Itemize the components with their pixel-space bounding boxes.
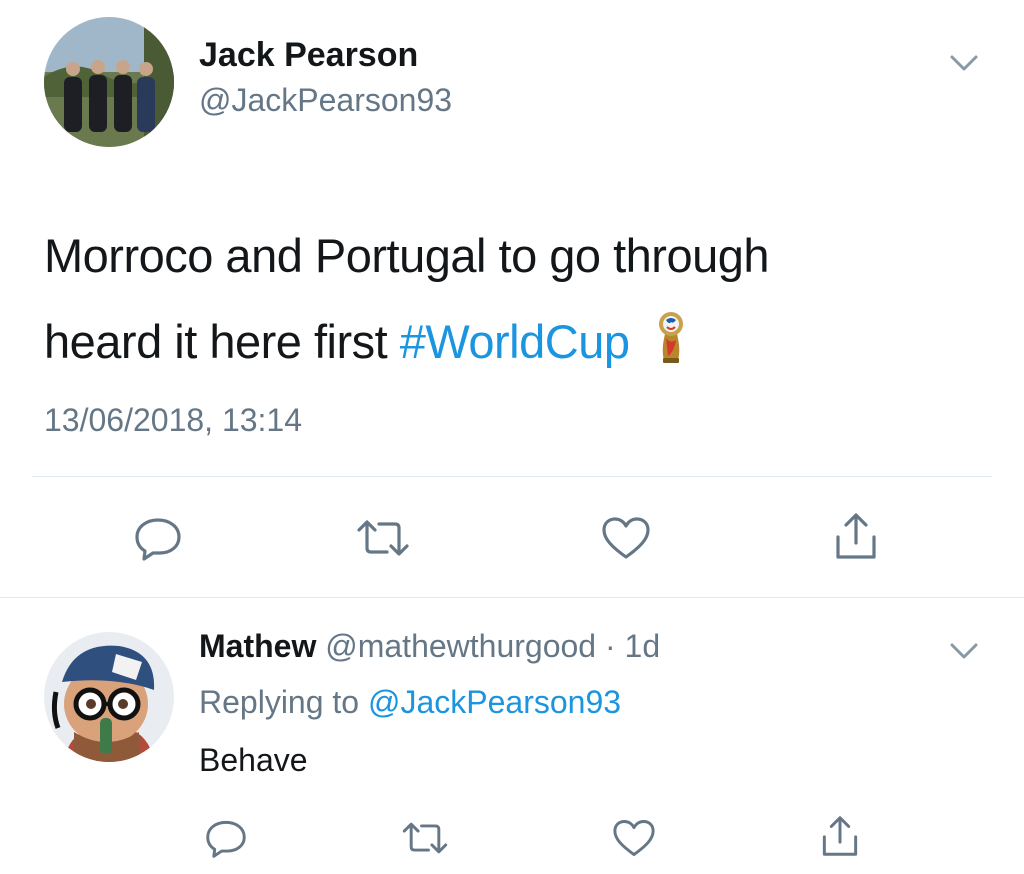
replying-to-label: Replying to — [199, 684, 360, 720]
tweet-text: Morroco and Portugal to go through — [44, 229, 770, 282]
replying-to: Replying to @JackPearson93 — [199, 684, 621, 721]
reply-share-button[interactable] — [810, 808, 870, 864]
tweet-menu-button[interactable] — [944, 48, 984, 78]
chevron-down-icon — [950, 55, 978, 71]
heart-icon — [613, 820, 655, 856]
separator-dot: · — [604, 628, 616, 664]
author-name[interactable]: Jack Pearson — [199, 36, 418, 75]
reply-like-button[interactable] — [604, 810, 664, 866]
replying-to-handle-link[interactable]: @JackPearson93 — [368, 684, 621, 720]
tweet-text-line2: heard it here first #WorldCup — [44, 310, 686, 369]
divider — [32, 476, 992, 477]
tweet-timestamp[interactable]: 13/06/2018, 13:14 — [44, 402, 302, 439]
tweet-text-continued: heard it here first — [44, 315, 388, 368]
reply-author-avatar[interactable] — [44, 632, 174, 762]
retweet-icon — [402, 822, 448, 854]
world-cup-trophy-icon — [656, 310, 686, 364]
reply-age[interactable]: 1d — [625, 628, 661, 664]
divider — [0, 597, 1024, 598]
hashtag-link[interactable]: #WorldCup — [400, 315, 630, 368]
heart-icon — [602, 517, 650, 559]
reply-reply-button[interactable] — [196, 810, 256, 866]
reply-author-name[interactable]: Mathew — [199, 628, 316, 664]
reply-button[interactable] — [128, 510, 188, 566]
tweet-text-line1: Morroco and Portugal to go through — [44, 228, 770, 283]
share-icon — [822, 816, 858, 856]
retweet-icon — [357, 520, 409, 556]
reply-icon — [206, 820, 246, 858]
chevron-down-icon — [950, 643, 978, 659]
reply-text: Behave — [199, 742, 308, 778]
reply-author-handle[interactable]: @mathewthurgood — [325, 628, 596, 664]
reply-header: Mathew @mathewthurgood · 1d — [199, 628, 660, 665]
reply-retweet-button[interactable] — [395, 810, 455, 866]
retweet-button[interactable] — [353, 510, 413, 566]
author-handle[interactable]: @JackPearson93 — [199, 82, 452, 119]
author-avatar[interactable] — [44, 17, 174, 147]
reply-menu-button[interactable] — [944, 636, 984, 666]
share-button[interactable] — [826, 508, 886, 564]
reply-icon — [135, 518, 181, 561]
like-button[interactable] — [596, 510, 656, 566]
share-icon — [836, 513, 876, 559]
